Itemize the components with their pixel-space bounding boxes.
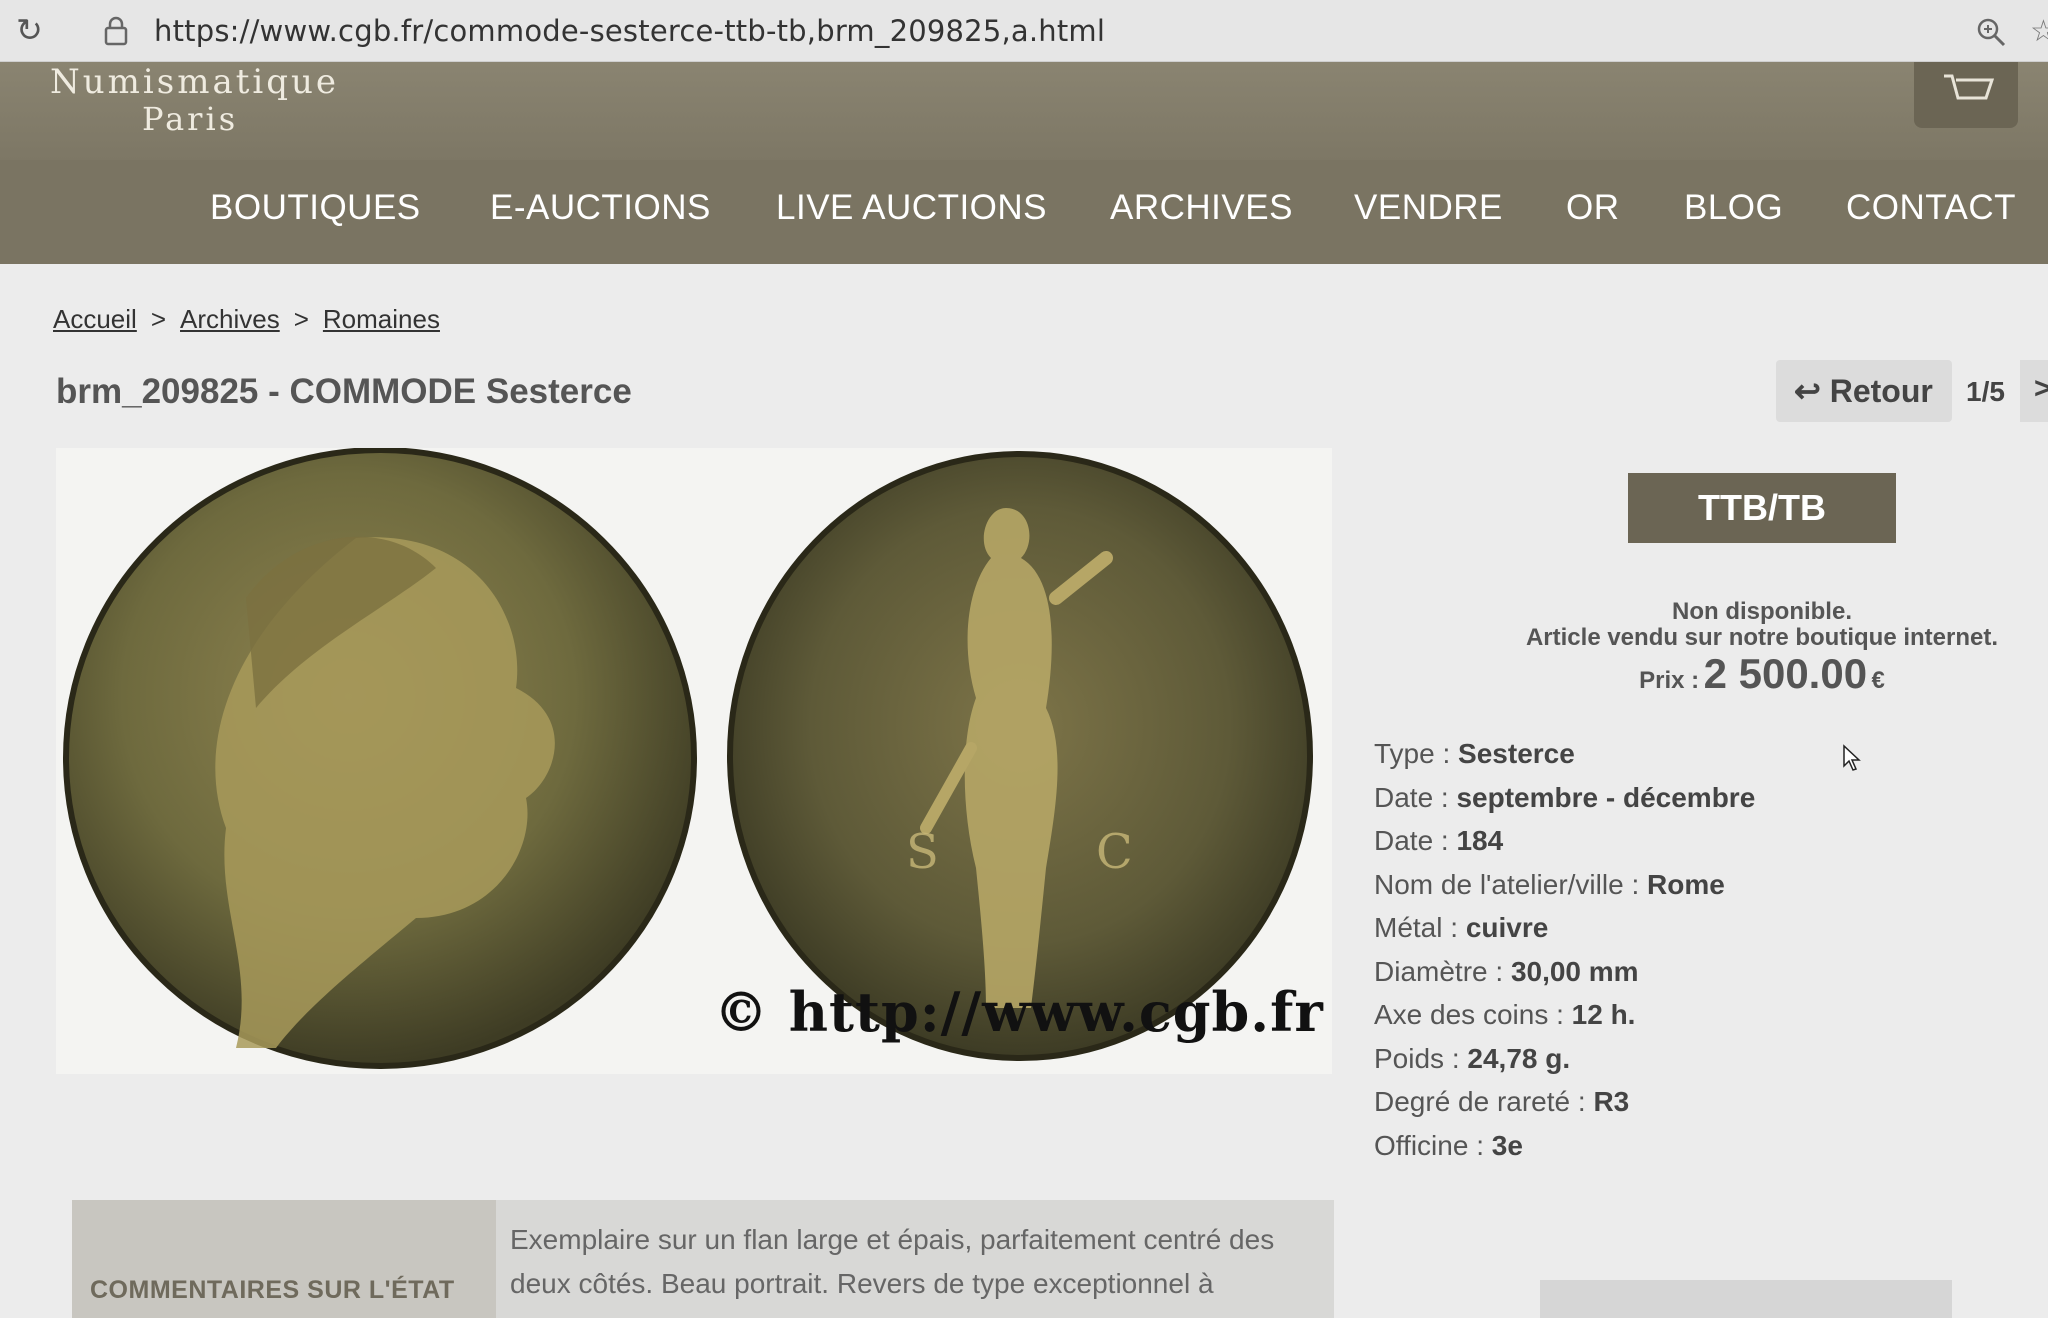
availability-status: Non disponible. xyxy=(1672,598,1852,625)
pager-count: 1/5 xyxy=(1966,376,2005,407)
comments-line: deux côtés. Beau portrait. Revers de typ… xyxy=(510,1268,1214,1299)
cart-icon xyxy=(1944,74,1994,100)
reload-icon[interactable]: ↻ xyxy=(16,14,48,46)
spec-value: cuivre xyxy=(1465,912,1549,943)
nav-or[interactable]: OR xyxy=(1566,188,1620,228)
mouse-cursor-icon xyxy=(1843,744,1861,771)
breadcrumb-romaines[interactable]: Romaines xyxy=(323,304,440,334)
spec-label: Officine : xyxy=(1374,1129,1492,1161)
comments-label: COMMENTAIRES SUR L'ÉTAT xyxy=(90,1276,455,1304)
spec-value: septembre - décembre xyxy=(1456,781,1756,813)
comments-line: Exemplaire sur un flan large et épais, p… xyxy=(510,1224,1275,1255)
back-button[interactable]: ↩ Retour xyxy=(1776,360,1952,422)
spec-value: R3 xyxy=(1593,1086,1630,1117)
price-value: 2 500.00 xyxy=(1703,650,1868,697)
spec-value: Sesterce xyxy=(1458,738,1575,769)
spec-label: Date : xyxy=(1374,781,1457,813)
nav-boutiques[interactable]: BOUTIQUES xyxy=(210,188,421,228)
logo-text-city[interactable]: Paris xyxy=(142,100,238,138)
spec-label: Poids : xyxy=(1374,1042,1468,1074)
spec-value: 184 xyxy=(1456,825,1504,856)
specs-list: Type : Sesterce Date : septembre - décem… xyxy=(1374,738,1755,1173)
bookmark-star-icon[interactable]: ☆ xyxy=(2030,14,2048,49)
breadcrumb-separator: > xyxy=(293,304,309,334)
breadcrumb: Accueil > Archives > Romaines xyxy=(53,304,440,335)
spec-type: Type : Sesterce xyxy=(1374,738,1755,782)
grade-badge: TTB/TB xyxy=(1628,473,1896,543)
spec-die-axis: Axe des coins : 12 h. xyxy=(1374,999,1755,1043)
logo-text[interactable]: Numismatique xyxy=(50,62,339,102)
spec-label: Métal : xyxy=(1374,912,1466,943)
coin-letter: C xyxy=(1096,824,1133,880)
spec-diameter: Diamètre : 30,00 mm xyxy=(1374,956,1755,1000)
spec-label: Axe des coins : xyxy=(1374,999,1572,1030)
browser-address-bar: ↻ https://www.cgb.fr/commode-sesterce-tt… xyxy=(0,0,2048,62)
price-label: Prix : xyxy=(1639,667,1700,694)
next-button[interactable]: > xyxy=(2020,360,2048,422)
spec-label: Date : xyxy=(1374,825,1457,856)
price-currency: € xyxy=(1871,667,1885,694)
spec-label: Degré de rareté : xyxy=(1374,1086,1594,1117)
zoom-icon[interactable] xyxy=(1975,16,2007,48)
condition-comments: COMMENTAIRES SUR L'ÉTAT Exemplaire sur u… xyxy=(72,1200,1334,1318)
url-field[interactable]: https://www.cgb.fr/commode-sesterce-ttb-… xyxy=(154,14,1105,48)
bottom-panel xyxy=(1540,1280,1952,1318)
cart-button[interactable] xyxy=(1914,62,2018,128)
spec-value: 30,00 mm xyxy=(1510,955,1639,987)
price: Prix : 2 500.00 € xyxy=(1466,650,2048,698)
lock-icon xyxy=(104,16,128,46)
main-nav: BOUTIQUES E-AUCTIONS LIVE AUCTIONS ARCHI… xyxy=(0,160,2048,264)
breadcrumb-separator: > xyxy=(150,304,167,334)
coin-letter: S xyxy=(906,824,939,880)
spec-label: Type : xyxy=(1374,738,1459,769)
spec-value: 24,78 g. xyxy=(1467,1042,1571,1074)
spec-date-year: Date : 184 xyxy=(1374,825,1755,869)
spec-value: Rome xyxy=(1647,868,1725,900)
spec-officina: Officine : 3e xyxy=(1374,1130,1755,1174)
spec-rarity: Degré de rareté : R3 xyxy=(1374,1086,1755,1130)
nav-vendre[interactable]: VENDRE xyxy=(1354,188,1503,228)
nav-live-auctions[interactable]: LIVE AUCTIONS xyxy=(776,188,1047,228)
availability-note: Article vendu sur notre boutique interne… xyxy=(1525,624,1999,651)
spec-metal: Métal : cuivre xyxy=(1374,912,1755,956)
spec-value: 12 h. xyxy=(1571,999,1636,1030)
spec-label: Diamètre : xyxy=(1374,955,1511,987)
nav-blog[interactable]: BLOG xyxy=(1684,188,1783,228)
spec-mint: Nom de l'atelier/ville : Rome xyxy=(1374,869,1755,913)
spec-date-period: Date : septembre - décembre xyxy=(1374,782,1755,826)
spec-label: Nom de l'atelier/ville : xyxy=(1374,868,1647,900)
nav-archives[interactable]: ARCHIVES xyxy=(1110,188,1293,228)
breadcrumb-archives[interactable]: Archives xyxy=(180,304,280,334)
spec-weight: Poids : 24,78 g. xyxy=(1374,1043,1755,1087)
breadcrumb-accueil[interactable]: Accueil xyxy=(53,304,137,334)
nav-e-auctions[interactable]: E-AUCTIONS xyxy=(490,188,711,228)
comments-label-cell: COMMENTAIRES SUR L'ÉTAT xyxy=(72,1200,496,1318)
nav-contact[interactable]: CONTACT xyxy=(1846,188,2016,228)
comments-text: Exemplaire sur un flan large et épais, p… xyxy=(510,1218,1310,1306)
page-title: brm_209825 - COMMODE Sesterce xyxy=(56,372,632,411)
spec-value: 3e xyxy=(1491,1129,1523,1161)
watermark: © http://www.cgb.fr xyxy=(714,980,1324,1044)
